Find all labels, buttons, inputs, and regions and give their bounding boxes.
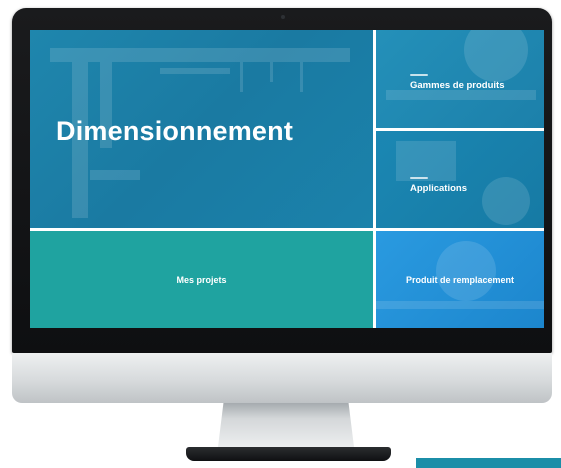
monitor-stand-neck	[218, 403, 354, 447]
dimensioning-tile[interactable]: Dimensionnement	[30, 30, 373, 228]
applications-background-image	[396, 141, 530, 225]
page-title: Dimensionnement	[56, 116, 294, 146]
monitor-chin	[12, 353, 552, 403]
product-ranges-tile[interactable]: Gammes de produits	[376, 30, 544, 128]
product-ranges-label: Gammes de produits	[410, 80, 505, 91]
webcam-dot	[281, 15, 285, 19]
accent-block	[416, 458, 561, 468]
my-projects-label: Mes projets	[176, 275, 227, 285]
ranges-background-image	[386, 30, 536, 100]
eyebrow-marker	[410, 177, 428, 179]
monitor-stand-foot	[186, 447, 391, 461]
my-projects-tile[interactable]: Mes projets	[30, 231, 373, 328]
applications-label: Applications	[410, 183, 468, 194]
app-screen: Dimensionnement Gammes de produits Appli…	[30, 30, 544, 328]
applications-tile[interactable]: Applications	[376, 131, 544, 228]
replacement-product-tile[interactable]: Produit de remplacement	[376, 231, 544, 328]
replacement-product-label: Produit de remplacement	[405, 275, 515, 285]
eyebrow-marker	[410, 74, 428, 76]
